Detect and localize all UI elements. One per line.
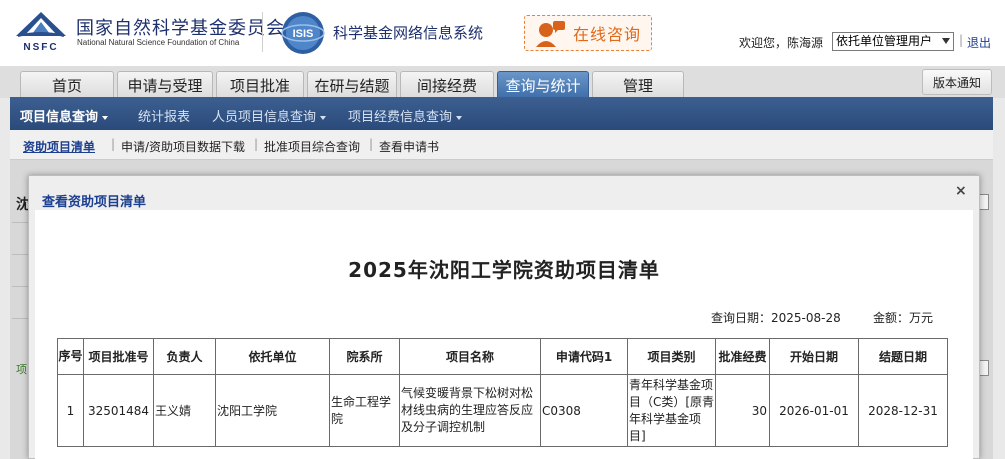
cell-institution: 沈阳工学院 bbox=[215, 374, 330, 447]
col-header-institution: 依托单位 bbox=[215, 338, 330, 375]
role-select[interactable]: 依托单位管理用户 bbox=[832, 32, 954, 51]
subnav-project-funds[interactable]: 项目经费信息查询 bbox=[348, 106, 463, 125]
chevron-down-icon bbox=[456, 115, 463, 120]
col-header-index: 序号 bbox=[57, 338, 84, 375]
cell-category: 青年科学基金项目（C类）[原青年科学基金项目] bbox=[627, 374, 716, 447]
query-subnav: 项目信息查询 统计报表 人员项目信息查询 项目经费信息查询 bbox=[10, 97, 993, 130]
modal-body: 2025年沈阳工学院资助项目清单 查询日期：2025-08-28 金额：万元 序… bbox=[35, 210, 973, 459]
sublink-separator: | bbox=[369, 137, 374, 151]
col-header-department: 院系所 bbox=[329, 338, 400, 375]
sublinks-bar: 资助项目清单 | 申请/资助项目数据下载 | 批准项目综合查询 | 查看申请书 bbox=[10, 130, 993, 160]
tab-home[interactable]: 首页 bbox=[20, 71, 114, 98]
org-name-en: National Natural Science Foundation of C… bbox=[77, 38, 240, 47]
online-consult-button[interactable]: 在线咨询 bbox=[524, 15, 652, 51]
table-row: 1 32501484 王义婧 沈阳工学院 生命工程学院 气候变暖背景下松树对松材… bbox=[57, 374, 948, 447]
subnav-person-project[interactable]: 人员项目信息查询 bbox=[212, 106, 327, 125]
cell-pi: 王义婧 bbox=[153, 374, 216, 447]
isis-logo-text: ISIS bbox=[293, 28, 314, 40]
subnav-reports[interactable]: 统计报表 bbox=[138, 106, 190, 125]
version-notice-button[interactable]: 版本通知 bbox=[922, 69, 992, 95]
tab-application[interactable]: 申请与受理 bbox=[117, 71, 213, 98]
org-name-cn: 国家自然科学基金委员会 bbox=[76, 18, 285, 39]
main-tabs: 首页 申请与受理 项目批准 在研与结题 间接经费 查询与统计 管理 bbox=[0, 66, 1005, 98]
col-header-funding: 批准经费 bbox=[715, 338, 770, 375]
nsfc-logo-icon: NSFC bbox=[16, 12, 66, 53]
role-select-value: 依托单位管理用户 bbox=[836, 34, 933, 48]
col-header-start-date: 开始日期 bbox=[769, 338, 859, 375]
sublink-separator: | bbox=[111, 137, 116, 151]
funded-projects-table: 序号 项目批准号 负责人 依托单位 院系所 项目名称 申请代码1 项目类别 批准… bbox=[57, 338, 948, 447]
modal-title: 查看资助项目清单 bbox=[42, 195, 147, 210]
cell-funding: 30 bbox=[715, 374, 770, 447]
app-header: NSFC 国家自然科学基金委员会 National Natural Scienc… bbox=[0, 0, 1005, 66]
isis-logo-icon: ISIS bbox=[281, 12, 325, 54]
col-header-pi: 负责人 bbox=[153, 338, 216, 375]
subnav-project-funds-label: 项目经费信息查询 bbox=[348, 110, 453, 125]
tab-indirect-funds[interactable]: 间接经费 bbox=[400, 71, 494, 98]
amount-unit: 金额：万元 bbox=[873, 311, 934, 325]
header-divider bbox=[262, 12, 263, 52]
tab-approval[interactable]: 项目批准 bbox=[216, 71, 304, 98]
tab-ongoing[interactable]: 在研与结题 bbox=[307, 71, 397, 98]
sublink-data-download[interactable]: 申请/资助项目数据下载 bbox=[121, 138, 245, 155]
chevron-down-icon bbox=[320, 115, 327, 120]
welcome-text: 欢迎您，陈海源 bbox=[739, 36, 824, 50]
sublink-approved-search[interactable]: 批准项目综合查询 bbox=[264, 138, 360, 155]
cell-project-name: 气候变暖背景下松树对松材线虫病的生理应答反应及分子调控机制 bbox=[399, 374, 541, 447]
subnav-person-project-label: 人员项目信息查询 bbox=[212, 110, 317, 125]
col-header-category: 项目类别 bbox=[627, 338, 716, 375]
subnav-project-info-label: 项目信息查询 bbox=[20, 110, 99, 125]
report-title: 2025年沈阳工学院资助项目清单 bbox=[348, 258, 660, 282]
cell-approval-no: 32501484 bbox=[83, 374, 154, 447]
col-header-approval-no: 项目批准号 bbox=[83, 338, 154, 375]
close-icon[interactable]: × bbox=[955, 183, 967, 199]
col-header-end-date: 结题日期 bbox=[858, 338, 948, 375]
funded-list-modal: 查看资助项目清单 × 2025年沈阳工学院资助项目清单 查询日期：2025-08… bbox=[28, 175, 980, 459]
sublink-separator: | bbox=[254, 137, 259, 151]
online-consult-label: 在线咨询 bbox=[573, 25, 642, 44]
cell-department: 生命工程学院 bbox=[329, 374, 400, 447]
cell-end-date: 2028-12-31 bbox=[858, 374, 948, 447]
chevron-down-icon bbox=[942, 38, 950, 44]
cell-index: 1 bbox=[57, 374, 84, 447]
sublink-view-application[interactable]: 查看申请书 bbox=[379, 138, 439, 155]
support-agent-icon bbox=[536, 21, 565, 47]
background-text-fragment: 项 bbox=[16, 363, 27, 376]
cell-code: C0308 bbox=[540, 374, 628, 447]
query-date: 查询日期：2025-08-28 bbox=[711, 311, 841, 325]
table-header-row: 序号 项目批准号 负责人 依托单位 院系所 项目名称 申请代码1 项目类别 批准… bbox=[57, 338, 948, 375]
cell-start-date: 2026-01-01 bbox=[769, 374, 859, 447]
system-title: 科学基金网络信息系统 bbox=[333, 24, 484, 42]
nsfc-logo-text: NSFC bbox=[23, 42, 58, 53]
sublink-funded-list[interactable]: 资助项目清单 bbox=[23, 138, 95, 155]
tab-management[interactable]: 管理 bbox=[592, 71, 684, 98]
tab-query-stats[interactable]: 查询与统计 bbox=[497, 71, 589, 98]
col-header-code: 申请代码1 bbox=[540, 338, 628, 375]
chevron-down-icon bbox=[102, 115, 109, 120]
header-separator: | bbox=[959, 33, 964, 47]
col-header-project-name: 项目名称 bbox=[399, 338, 541, 375]
logout-link[interactable]: 退出 bbox=[967, 34, 991, 51]
subnav-project-info[interactable]: 项目信息查询 bbox=[20, 106, 109, 125]
